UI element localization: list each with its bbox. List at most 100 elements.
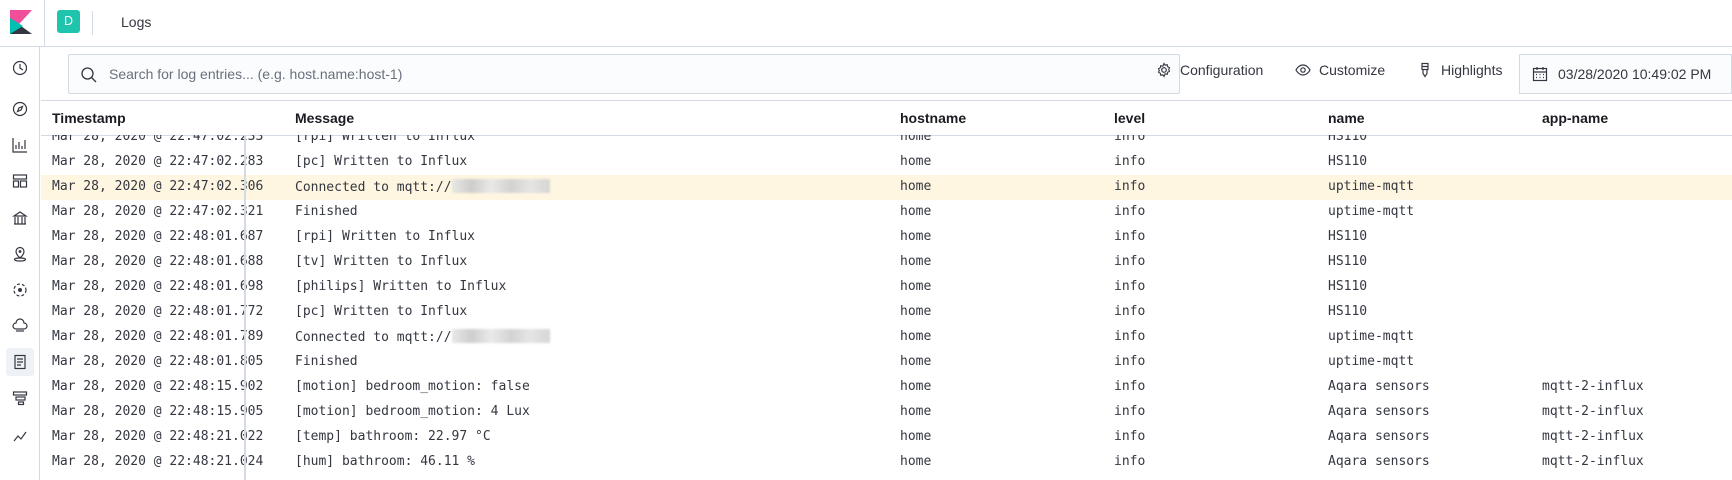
log-level-text: info — [1114, 154, 1146, 169]
log-row[interactable]: Mar 28, 2020 @ 22:47:02.283 [pc] Written … — [41, 150, 1732, 175]
log-timestamp-text: Mar 28, 2020 @ 22:47:02.233 — [52, 135, 264, 144]
log-table-header: Timestamp Message hostname level name ap… — [41, 102, 1732, 136]
highlighter-icon — [1421, 62, 1429, 78]
redacted-address — [451, 179, 550, 193]
log-row[interactable]: Mar 28, 2020 @ 22:48:01.772 [pc] Written … — [41, 300, 1732, 325]
log-level-text: info — [1114, 179, 1146, 194]
log-level-text: info — [1114, 204, 1146, 219]
column-header-hostname[interactable]: hostname — [900, 110, 966, 126]
column-header-timestamp[interactable]: Timestamp — [52, 110, 126, 126]
apm-icon[interactable] — [8, 386, 32, 410]
log-timestamp-text: Mar 28, 2020 @ 22:48:21.024 — [52, 454, 264, 469]
log-row[interactable]: Mar 28, 2020 @ 22:48:21.022 [temp] bathro… — [41, 425, 1732, 450]
log-message: Connected to mqtt:// — [295, 179, 550, 195]
log-row[interactable]: Mar 28, 2020 @ 22:48:15.905 [motion] bedr… — [41, 400, 1732, 425]
log-row[interactable]: Mar 28, 2020 @ 22:48:01.688 [tv] Written … — [41, 250, 1732, 275]
log-row[interactable]: Mar 28, 2020 @ 22:48:01.805 Finished home i… — [41, 350, 1732, 375]
space-avatar[interactable]: D — [57, 10, 80, 33]
log-row[interactable]: Mar 28, 2020 @ 22:47:02.321 Finished home i… — [41, 200, 1732, 225]
log-app-name: mqtt-2-influx — [1542, 454, 1644, 469]
log-row[interactable]: Mar 28, 2020 @ 22:47:02.233 [rpi] Written… — [41, 135, 1732, 150]
machine-learning-icon[interactable] — [8, 278, 32, 302]
log-name-text: HS110 — [1328, 254, 1368, 269]
log-app-name-text: mqtt-2-influx — [1542, 454, 1644, 469]
configuration-button[interactable]: Configuration — [1156, 62, 1263, 78]
log-hostname-text: home — [900, 379, 932, 394]
search-bar[interactable] — [68, 54, 1180, 94]
log-name: uptime-mqtt — [1328, 204, 1414, 219]
log-level: info — [1114, 379, 1145, 394]
log-name: uptime-mqtt — [1328, 329, 1414, 344]
maps-icon[interactable] — [8, 242, 32, 266]
customize-button[interactable]: Customize — [1295, 62, 1385, 78]
log-hostname: home — [900, 254, 931, 269]
log-message-text: [pc] Written to Influx — [295, 304, 468, 319]
log-level: info — [1114, 135, 1145, 144]
visualize-icon[interactable] — [8, 133, 32, 157]
log-hostname: home — [900, 379, 931, 394]
redacted-address — [451, 329, 550, 343]
dashboard-icon[interactable] — [8, 169, 32, 193]
log-message-text: Connected to mqtt:// — [295, 180, 452, 195]
log-app-name-text: mqtt-2-influx — [1542, 379, 1644, 394]
column-header-name[interactable]: name — [1328, 110, 1365, 126]
date-picker[interactable]: 03/28/2020 10:49:02 PM — [1519, 54, 1732, 94]
log-row[interactable]: Mar 28, 2020 @ 22:48:01.687 [rpi] Written… — [41, 225, 1732, 250]
log-timestamp: Mar 28, 2020 @ 22:47:02.306 — [52, 179, 263, 194]
log-name: Aqara sensors — [1328, 379, 1430, 394]
log-message-text: Connected to mqtt:// — [295, 330, 452, 345]
log-message: Connected to mqtt:// — [295, 329, 550, 345]
log-timestamp: Mar 28, 2020 @ 22:47:02.233 — [52, 135, 263, 144]
log-name-text: HS110 — [1328, 154, 1368, 169]
log-row[interactable]: Mar 28, 2020 @ 22:48:21.024 [hum] bathroo… — [41, 450, 1732, 475]
logs-icon[interactable] — [6, 348, 34, 376]
log-message-text: [pc] Written to Influx — [295, 154, 468, 169]
log-name-text: uptime-mqtt — [1328, 329, 1415, 344]
highlights-button[interactable]: Highlights — [1417, 62, 1502, 78]
log-message: [tv] Written to Influx — [295, 254, 467, 269]
log-row[interactable]: Mar 28, 2020 @ 22:47:02.306 Connected to … — [41, 175, 1732, 200]
log-timestamp: Mar 28, 2020 @ 22:48:15.905 — [52, 404, 263, 419]
log-timestamp: Mar 28, 2020 @ 22:48:01.698 — [52, 279, 263, 294]
gear-icon — [1157, 62, 1171, 78]
log-row[interactable]: Mar 28, 2020 @ 22:48:01.698 [philips] Wri… — [41, 275, 1732, 300]
log-app-name: mqtt-2-influx — [1542, 404, 1644, 419]
top-header: D Logs — [0, 0, 1732, 47]
log-hostname: home — [900, 404, 931, 419]
timestamp-divider — [244, 135, 246, 480]
canvas-icon[interactable] — [8, 206, 32, 230]
log-hostname: home — [900, 204, 931, 219]
log-level-text: info — [1114, 379, 1146, 394]
log-name: uptime-mqtt — [1328, 179, 1414, 194]
log-level: info — [1114, 354, 1145, 369]
recently-viewed-clock-icon[interactable] — [8, 56, 32, 80]
column-header-message[interactable]: Message — [295, 110, 354, 126]
log-level: info — [1114, 254, 1145, 269]
log-level-text: info — [1114, 454, 1146, 469]
log-message: [pc] Written to Influx — [295, 154, 467, 169]
highlights-label: Highlights — [1441, 62, 1503, 78]
log-message: [motion] bedroom_motion: 4 Lux — [295, 404, 530, 419]
log-app-name: mqtt-2-influx — [1542, 379, 1644, 394]
infrastructure-icon[interactable] — [8, 314, 32, 338]
log-level-text: info — [1114, 135, 1146, 144]
log-hostname-text: home — [900, 279, 932, 294]
column-header-app-name[interactable]: app-name — [1542, 110, 1608, 126]
compass-icon[interactable] — [8, 97, 32, 121]
log-row[interactable]: Mar 28, 2020 @ 22:48:15.902 [motion] bedr… — [41, 375, 1732, 400]
breadcrumb-separator — [92, 11, 93, 35]
log-level: info — [1114, 304, 1145, 319]
log-level-text: info — [1114, 404, 1146, 419]
log-name: Aqara sensors — [1328, 454, 1430, 469]
kibana-logo-icon[interactable] — [10, 10, 32, 34]
log-row[interactable]: Mar 28, 2020 @ 22:48:01.789 Connected to … — [41, 325, 1732, 350]
log-stream[interactable]: Mar 28, 2020 @ 22:47:02.233 [rpi] Written… — [41, 135, 1732, 480]
column-header-level[interactable]: level — [1114, 110, 1145, 126]
log-timestamp: Mar 28, 2020 @ 22:48:01.789 — [52, 329, 263, 344]
log-timestamp: Mar 28, 2020 @ 22:48:21.024 — [52, 454, 263, 469]
search-input[interactable] — [109, 55, 1169, 93]
log-timestamp-text: Mar 28, 2020 @ 22:48:01.687 — [52, 229, 264, 244]
uptime-icon[interactable] — [8, 424, 32, 448]
log-level-text: info — [1114, 229, 1146, 244]
log-name-text: uptime-mqtt — [1328, 204, 1415, 219]
